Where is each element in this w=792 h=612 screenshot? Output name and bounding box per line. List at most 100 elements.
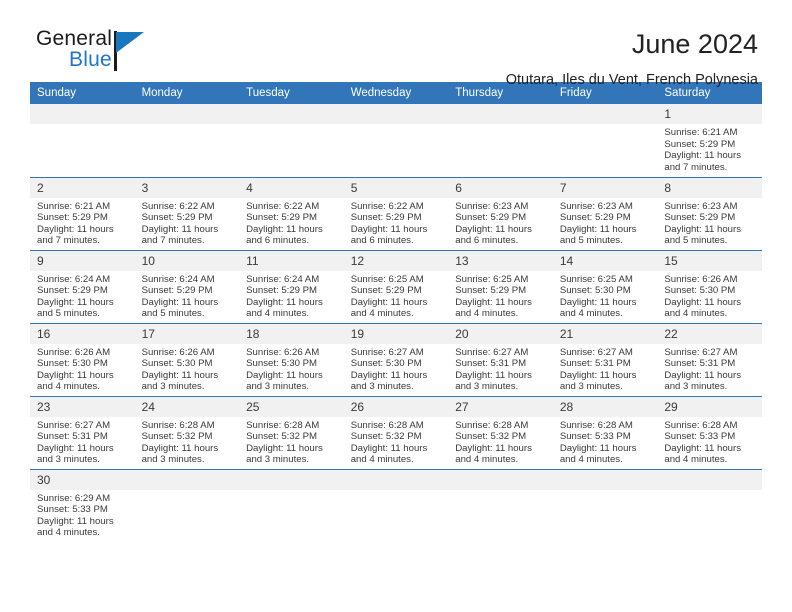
calendar-day-cell[interactable]: 21 Sunrise: 6:27 AM Sunset: 5:31 PM Dayligh… [552,322,658,396]
daylight-duration-line1: Daylight: 11 hours [350,223,428,235]
day-number: 10 [134,250,240,271]
calendar-day-cell[interactable]: 29 Sunrise: 6:28 AM Sunset: 5:33 PM Dayligh… [657,395,762,469]
day-details: Sunrise: 6:28 AM Sunset: 5:32 PM Daylight:… [135,417,240,466]
page-subtitle: Otutara, Iles du Vent, French Polynesia [505,72,758,88]
calendar-day-cell[interactable]: 3 Sunrise: 6:22 AM Sunset: 5:29 PM Daylight… [134,176,240,250]
calendar-day-cell[interactable]: 16 Sunrise: 6:26 AM Sunset: 5:30 PM Dayligh… [30,322,135,396]
calendar-day-cell-empty [30,104,135,177]
calendar-day-cell[interactable]: 6 Sunrise: 6:23 AM Sunset: 5:29 PM Daylight… [448,176,553,250]
day-number: 8 [657,177,762,198]
sunrise-time: Sunrise: 6:28 AM [141,419,215,431]
daylight-duration-line1: Daylight: 11 hours [559,296,637,308]
calendar-day-cell[interactable]: 27 Sunrise: 6:28 AM Sunset: 5:32 PM Dayligh… [448,395,553,469]
sunset-time: Sunset: 5:29 PM [559,212,631,224]
calendar-day-cell[interactable]: 1 Sunrise: 6:21 AM Sunset: 5:29 PM Daylight… [657,104,762,177]
day-number: 14 [552,250,658,271]
sunset-time: Sunset: 5:29 PM [664,212,736,224]
daylight-duration-line1: Daylight: 11 hours [664,296,741,308]
calendar-day-cell[interactable]: 26 Sunrise: 6:28 AM Sunset: 5:32 PM Dayligh… [343,395,449,469]
sunset-time: Sunset: 5:29 PM [455,212,527,224]
sunset-time: Sunset: 5:30 PM [350,358,422,370]
sunrise-time: Sunrise: 6:22 AM [246,200,320,212]
sunset-time: Sunset: 5:29 PM [141,285,213,297]
daylight-duration-line2: and 3 minutes. [559,381,623,393]
daylight-duration-line2: and 6 minutes. [455,235,519,247]
daylight-duration-line1: Daylight: 11 hours [664,150,741,162]
day-number: 7 [552,177,658,198]
daylight-duration-line1: Daylight: 11 hours [664,442,741,454]
daylight-duration-line2: and 4 minutes. [664,454,728,466]
calendar-week-row: 23 Sunrise: 6:27 AM Sunset: 5:31 PM Dayligh… [30,395,762,469]
calendar-day-cell[interactable]: 4 Sunrise: 6:22 AM Sunset: 5:29 PM Daylight… [239,176,344,250]
calendar-day-cell[interactable]: 14 Sunrise: 6:25 AM Sunset: 5:30 PM Dayligh… [552,249,658,323]
sunrise-time: Sunrise: 6:27 AM [664,346,738,358]
sunrise-time: Sunrise: 6:24 AM [141,273,215,285]
day-details: Sunrise: 6:21 AM Sunset: 5:29 PM Daylight:… [30,198,135,247]
daylight-duration-line1: Daylight: 11 hours [350,296,428,308]
day-number: 6 [448,177,553,198]
day-number [239,469,344,490]
sunset-time: Sunset: 5:29 PM [246,212,318,224]
calendar-day-cell[interactable]: 20 Sunrise: 6:27 AM Sunset: 5:31 PM Dayligh… [448,322,553,396]
day-details: Sunrise: 6:26 AM Sunset: 5:30 PM Daylight:… [239,344,344,393]
day-details: Sunrise: 6:22 AM Sunset: 5:29 PM Daylight:… [344,198,449,247]
day-number: 27 [448,396,553,417]
sunrise-sunset-calendar: Sunday Monday Tuesday Wednesday Thursday… [30,82,762,542]
calendar-day-cell[interactable]: 18 Sunrise: 6:26 AM Sunset: 5:30 PM Dayligh… [239,322,344,396]
sunrise-time: Sunrise: 6:28 AM [664,419,738,431]
calendar-day-cell[interactable]: 28 Sunrise: 6:28 AM Sunset: 5:33 PM Dayligh… [552,395,658,469]
daylight-duration-line2: and 7 minutes. [664,161,728,173]
calendar-day-cell[interactable]: 30 Sunrise: 6:29 AM Sunset: 5:33 PM Dayligh… [30,468,135,542]
calendar-day-cell[interactable]: 23 Sunrise: 6:27 AM Sunset: 5:31 PM Dayligh… [30,395,135,469]
calendar-day-cell[interactable]: 19 Sunrise: 6:27 AM Sunset: 5:30 PM Dayligh… [343,322,449,396]
daylight-duration-line1: Daylight: 11 hours [664,223,741,235]
calendar-body: 1 Sunrise: 6:21 AM Sunset: 5:29 PM Daylight… [30,104,762,542]
daylight-duration-line2: and 4 minutes. [559,454,623,466]
daylight-duration-line2: and 3 minutes. [350,381,414,393]
daylight-duration-line1: Daylight: 11 hours [246,442,323,454]
day-number [343,104,449,124]
day-number: 17 [134,323,240,344]
general-blue-logo[interactable]: General Blue [30,28,160,76]
weekday-header-sunday: Sunday [30,82,135,104]
daylight-duration-line2: and 3 minutes. [455,381,519,393]
day-number: 18 [239,323,344,344]
calendar-week-row: 9 Sunrise: 6:24 AM Sunset: 5:29 PM Daylight… [30,249,762,323]
calendar-day-cell[interactable]: 2 Sunrise: 6:21 AM Sunset: 5:29 PM Daylight… [30,176,135,250]
page-title: June 2024 [631,29,758,59]
daylight-duration-line2: and 4 minutes. [455,454,519,466]
calendar-day-cell[interactable]: 15 Sunrise: 6:26 AM Sunset: 5:30 PM Dayligh… [657,249,762,323]
sunset-time: Sunset: 5:29 PM [455,285,527,297]
calendar-day-cell[interactable]: 11 Sunrise: 6:24 AM Sunset: 5:29 PM Dayligh… [239,249,344,323]
sunrise-time: Sunrise: 6:26 AM [246,346,320,358]
calendar-day-cell[interactable]: 10 Sunrise: 6:24 AM Sunset: 5:29 PM Dayligh… [134,249,240,323]
daylight-duration-line2: and 5 minutes. [559,235,623,247]
calendar-day-cell[interactable]: 8 Sunrise: 6:23 AM Sunset: 5:29 PM Daylight… [657,176,762,250]
calendar-day-cell[interactable]: 7 Sunrise: 6:23 AM Sunset: 5:29 PM Daylight… [552,176,658,250]
day-number: 21 [552,323,658,344]
calendar-day-cell[interactable]: 22 Sunrise: 6:27 AM Sunset: 5:31 PM Dayligh… [657,322,762,396]
calendar-day-cell-empty [134,104,240,177]
day-number: 13 [448,250,553,271]
daylight-duration-line1: Daylight: 11 hours [141,296,219,308]
calendar-day-cell[interactable]: 5 Sunrise: 6:22 AM Sunset: 5:29 PM Daylight… [343,176,449,250]
calendar-day-cell[interactable]: 13 Sunrise: 6:25 AM Sunset: 5:29 PM Dayligh… [448,249,553,323]
calendar-day-cell[interactable]: 25 Sunrise: 6:28 AM Sunset: 5:32 PM Dayligh… [239,395,344,469]
sunrise-time: Sunrise: 6:22 AM [350,200,424,212]
sunrise-time: Sunrise: 6:29 AM [37,492,111,504]
daylight-duration-line1: Daylight: 11 hours [350,442,428,454]
calendar-day-cell[interactable]: 17 Sunrise: 6:26 AM Sunset: 5:30 PM Dayligh… [134,322,240,396]
calendar-day-cell[interactable]: 24 Sunrise: 6:28 AM Sunset: 5:32 PM Dayligh… [134,395,240,469]
sunset-time: Sunset: 5:29 PM [350,285,422,297]
day-details: Sunrise: 6:23 AM Sunset: 5:29 PM Daylight:… [448,198,553,247]
sunset-time: Sunset: 5:30 PM [141,358,213,370]
calendar-day-cell-empty [552,104,658,177]
sunrise-time: Sunrise: 6:23 AM [559,200,633,212]
calendar-day-cell[interactable]: 12 Sunrise: 6:25 AM Sunset: 5:29 PM Dayligh… [343,249,449,323]
day-details: Sunrise: 6:27 AM Sunset: 5:31 PM Daylight:… [553,344,658,393]
calendar-day-cell[interactable]: 9 Sunrise: 6:24 AM Sunset: 5:29 PM Daylight… [30,249,135,323]
sunrise-time: Sunrise: 6:27 AM [455,346,529,358]
day-number: 3 [134,177,240,198]
daylight-duration-line1: Daylight: 11 hours [350,369,428,381]
daylight-duration-line1: Daylight: 11 hours [37,296,114,308]
